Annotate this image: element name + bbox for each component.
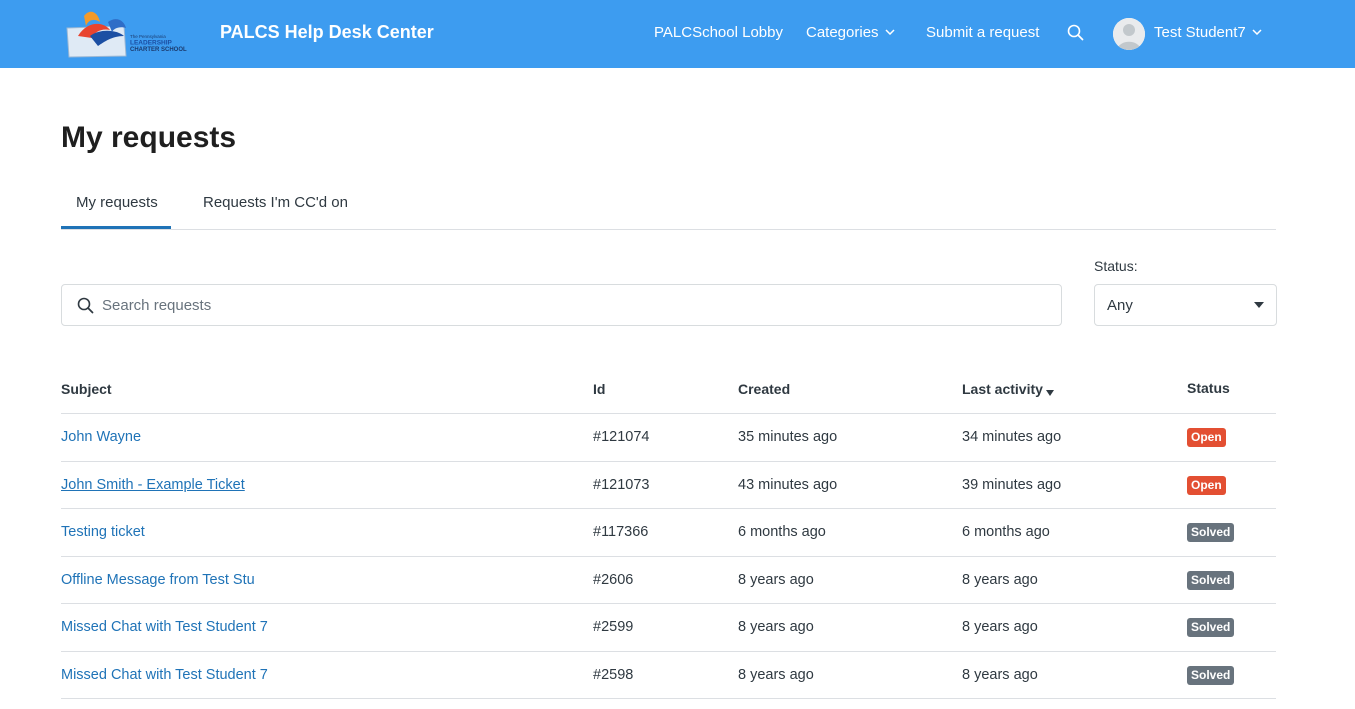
request-created: 35 minutes ago bbox=[738, 429, 838, 445]
status-badge: Solved bbox=[1187, 523, 1235, 542]
sort-descending-icon bbox=[1045, 390, 1054, 396]
request-subject-link[interactable]: Offline Message from Test Stu bbox=[61, 572, 255, 588]
status-badge: Solved bbox=[1187, 665, 1235, 685]
column-header-status[interactable]: Status bbox=[1187, 380, 1230, 396]
active-tab-indicator bbox=[61, 226, 171, 229]
search-icon[interactable] bbox=[1067, 24, 1084, 41]
brand-title[interactable]: PALCS Help Desk Center bbox=[220, 22, 434, 43]
request-last-activity: 39 minutes ago bbox=[962, 476, 1062, 493]
request-id: #121074 bbox=[593, 429, 650, 445]
table-row: Missed Chat with Test Student 7 #2598 8 … bbox=[61, 652, 1276, 699]
requests-table: Subject Id Created Last activity Status … bbox=[61, 366, 1276, 699]
request-subject-link[interactable]: John Smith - Example Ticket bbox=[61, 477, 245, 493]
request-id: #121073 bbox=[593, 476, 650, 493]
table-row: John Smith - Example Ticket #121073 43 m… bbox=[61, 462, 1276, 509]
status-badge: Open bbox=[1187, 475, 1226, 495]
search-box bbox=[61, 284, 1062, 326]
column-header-subject[interactable]: Subject bbox=[61, 381, 112, 397]
request-created: 8 years ago bbox=[738, 571, 814, 588]
request-id: #2599 bbox=[593, 619, 634, 635]
request-last-activity: 8 years ago bbox=[962, 619, 1038, 635]
user-icon bbox=[1113, 18, 1145, 50]
request-subject-link[interactable]: Testing ticket bbox=[61, 524, 145, 540]
tab-my-requests[interactable]: My requests bbox=[76, 194, 158, 211]
search-input[interactable] bbox=[102, 286, 1042, 324]
table-row: Offline Message from Test Stu #2606 8 ye… bbox=[61, 557, 1276, 604]
request-created: 8 years ago bbox=[738, 666, 814, 683]
request-created: 8 years ago bbox=[738, 619, 814, 635]
caret-down-icon bbox=[1254, 302, 1264, 308]
request-last-activity: 6 months ago bbox=[962, 524, 1050, 540]
status-badge: Open bbox=[1187, 428, 1226, 447]
table-row: John Wayne #121074 35 minutes ago 34 min… bbox=[61, 414, 1276, 462]
nav-categories-dropdown[interactable]: Categories bbox=[806, 24, 895, 41]
search-icon bbox=[77, 297, 94, 314]
request-last-activity: 34 minutes ago bbox=[962, 429, 1062, 445]
request-created: 43 minutes ago bbox=[738, 476, 838, 493]
request-subject-link[interactable]: Missed Chat with Test Student 7 bbox=[61, 667, 268, 683]
table-row: Testing ticket #117366 6 months ago 6 mo… bbox=[61, 509, 1276, 557]
request-tabs: My requests Requests I'm CC'd on bbox=[61, 182, 1276, 230]
status-filter-label: Status: bbox=[1094, 258, 1138, 274]
column-header-created[interactable]: Created bbox=[738, 381, 790, 397]
user-menu-dropdown[interactable]: Test Student7 bbox=[1154, 24, 1262, 41]
column-header-last-activity[interactable]: Last activity bbox=[962, 381, 1054, 397]
page-title: My requests bbox=[61, 121, 237, 154]
status-filter-value: Any bbox=[1107, 297, 1133, 314]
status-badge: Solved bbox=[1187, 618, 1235, 637]
tab-requests-cc[interactable]: Requests I'm CC'd on bbox=[203, 194, 348, 211]
nav-submit-request-link[interactable]: Submit a request bbox=[926, 24, 1039, 41]
avatar[interactable] bbox=[1113, 18, 1145, 50]
logo-text-charter: CHARTER SCHOOL bbox=[130, 47, 187, 53]
column-header-id[interactable]: Id bbox=[593, 381, 605, 397]
table-row: Missed Chat with Test Student 7 #2599 8 … bbox=[61, 604, 1276, 652]
school-logo[interactable]: The Pennsylvania LEADERSHIP CHARTER SCHO… bbox=[64, 6, 204, 60]
column-header-last-activity-label: Last activity bbox=[962, 381, 1043, 397]
request-subject-link[interactable]: Missed Chat with Test Student 7 bbox=[61, 619, 268, 635]
request-id: #2598 bbox=[593, 666, 634, 683]
logo-text-small: The Pennsylvania bbox=[130, 34, 166, 39]
table-header-row: Subject Id Created Last activity Status bbox=[61, 366, 1276, 414]
request-subject-link[interactable]: John Wayne bbox=[61, 429, 141, 445]
request-id: #117366 bbox=[593, 524, 649, 540]
top-navigation-bar: The Pennsylvania LEADERSHIP CHARTER SCHO… bbox=[0, 0, 1355, 68]
request-last-activity: 8 years ago bbox=[962, 666, 1038, 683]
user-name-label: Test Student7 bbox=[1154, 24, 1246, 41]
logo-text-leadership: LEADERSHIP bbox=[130, 40, 173, 47]
request-created: 6 months ago bbox=[738, 524, 826, 540]
status-badge: Solved bbox=[1187, 570, 1235, 590]
status-filter-select[interactable]: Any bbox=[1094, 284, 1277, 326]
request-last-activity: 8 years ago bbox=[962, 571, 1038, 588]
chevron-down-icon bbox=[1252, 29, 1262, 35]
request-id: #2606 bbox=[593, 571, 634, 588]
chevron-down-icon bbox=[885, 29, 895, 35]
nav-categories-label: Categories bbox=[806, 24, 879, 41]
nav-lobby-link[interactable]: PALCSchool Lobby bbox=[654, 24, 783, 41]
